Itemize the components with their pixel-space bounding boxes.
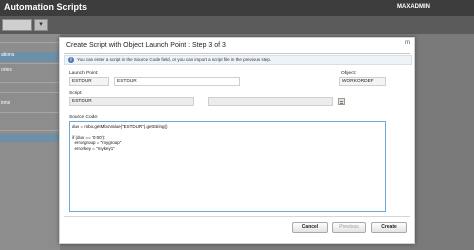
info-text: You can enter a script in the Source Cod…	[77, 57, 272, 62]
sidebar-divider	[0, 42, 60, 43]
search-dropdown-button[interactable]: ▾	[34, 19, 48, 31]
app-toolbar	[0, 16, 474, 34]
sidebar-item[interactable]: ions	[0, 100, 60, 110]
user-name[interactable]: MAXADMIN	[397, 4, 430, 10]
source-code-label: Source Code:	[69, 115, 99, 120]
launch-point-label: Launch Point:	[69, 71, 99, 76]
sidebar-divider	[0, 82, 60, 83]
cancel-button[interactable]: Cancel	[292, 222, 328, 233]
source-code-textarea[interactable]: duv = mbo.getMboValue("ESTDUR").getStrin…	[69, 121, 386, 212]
create-script-dialog: Create Script with Object Launch Point :…	[59, 37, 415, 244]
sidebar-divider	[0, 63, 60, 64]
script-field[interactable]: ESTDUR	[69, 97, 194, 106]
sidebar-item[interactable]	[0, 134, 60, 142]
sidebar-divider	[0, 130, 60, 131]
info-banner: i You can enter a script in the Source C…	[64, 55, 412, 65]
object-label: Object:	[341, 71, 357, 76]
sidebar-item[interactable]: ories	[0, 67, 60, 77]
object-field[interactable]: WORKORDEF	[339, 77, 386, 86]
footer-divider	[64, 216, 410, 217]
info-icon: i	[68, 57, 74, 63]
sidebar: ations ories ions	[0, 34, 60, 250]
previous-button[interactable]: Previous	[332, 222, 366, 233]
sidebar-item[interactable]: ations	[0, 52, 60, 62]
close-icon[interactable]: m	[405, 40, 410, 46]
title-divider	[64, 53, 410, 54]
app-header: Automation Scripts MAXADMIN	[0, 0, 474, 16]
search-input[interactable]	[2, 19, 32, 31]
sidebar-divider	[0, 112, 60, 113]
launch-point-field[interactable]: ESTDUR	[69, 77, 109, 86]
script-label: Script:	[69, 91, 83, 96]
long-description-icon[interactable]	[338, 98, 345, 105]
launch-point-description-field[interactable]: ESTDUR	[114, 77, 240, 86]
script-description-field[interactable]	[208, 97, 333, 106]
create-button[interactable]: Create	[371, 222, 407, 233]
app-title: Automation Scripts	[4, 2, 88, 12]
dialog-title: Create Script with Object Launch Point :…	[66, 42, 226, 49]
sidebar-divider	[0, 92, 60, 93]
